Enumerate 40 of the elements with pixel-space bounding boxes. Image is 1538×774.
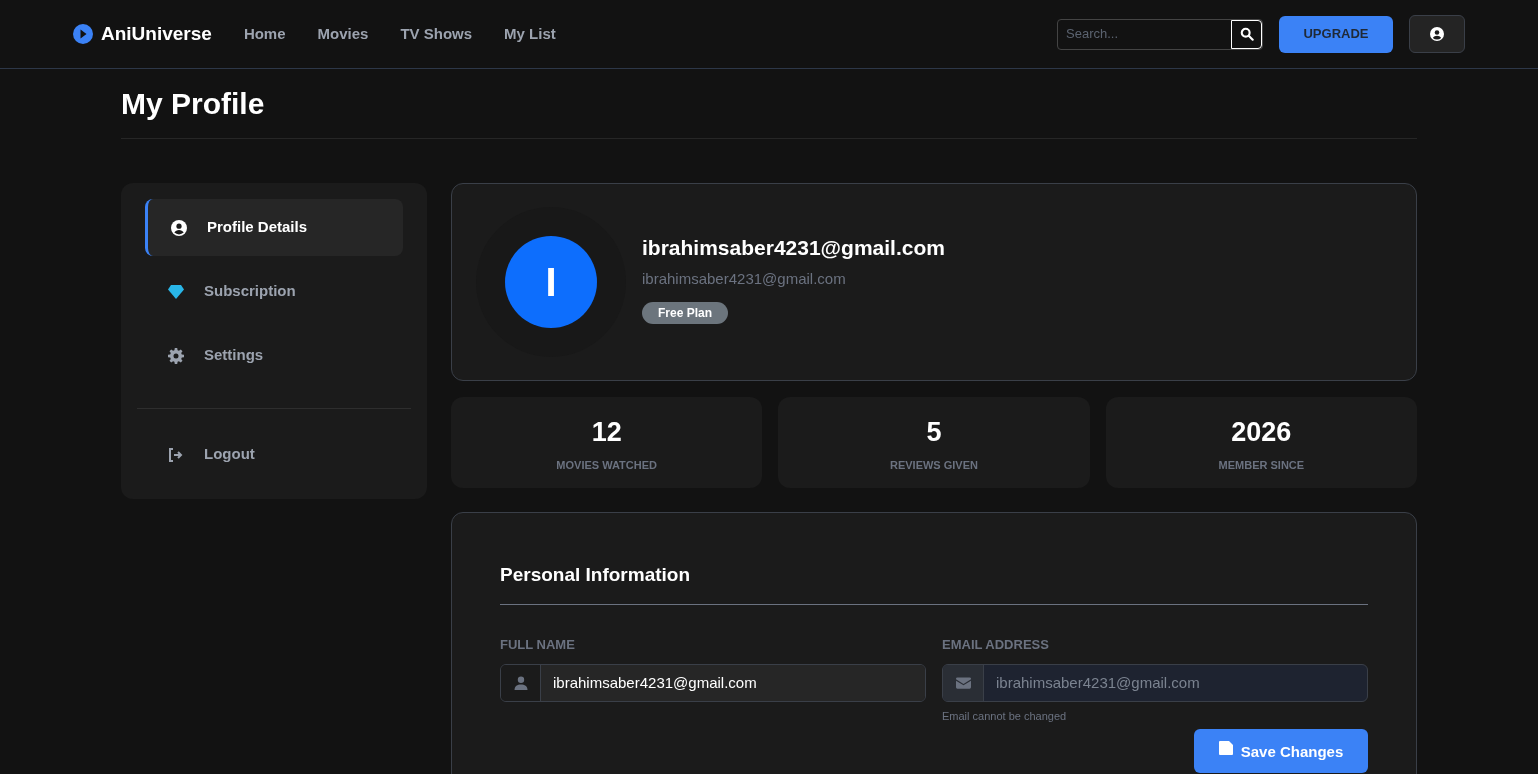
nav-link[interactable]: Movies (317, 22, 369, 46)
nav-link[interactable]: TV Shows (400, 22, 473, 46)
sidebar-item[interactable]: Profile Details (145, 199, 403, 256)
sidebar-item[interactable]: Subscription (145, 263, 403, 320)
play-logo-icon (73, 24, 93, 44)
stat-label: MEMBER SINCE (1218, 457, 1305, 473)
nav-link[interactable]: Home (243, 22, 286, 46)
search-bar[interactable]: Search... (1057, 18, 1263, 50)
field-hint: Email cannot be changed (942, 709, 1068, 724)
search-icon (1239, 27, 1254, 41)
user-icon (1430, 27, 1444, 41)
stat-value: 12 (591, 416, 622, 449)
stat-label: REVIEWS GIVEN (889, 457, 978, 473)
envelope-icon (955, 677, 971, 689)
field-label: FULL NAME (500, 635, 576, 654)
search-field[interactable]: Search... (1058, 19, 1231, 49)
save-button[interactable]: Save Changes (1194, 728, 1368, 773)
section-title: Personal Information (500, 563, 692, 587)
search-button[interactable] (1231, 19, 1262, 49)
upgrade-button[interactable]: UPGRADE (1279, 15, 1393, 53)
user-icon (171, 219, 187, 236)
profile-email: ibrahimsaber4231@gmail.com (642, 268, 846, 289)
account-button[interactable] (1409, 15, 1465, 53)
stat-value: 5 (926, 416, 942, 449)
sidebar-item[interactable]: Settings (145, 327, 403, 384)
logout-icon (168, 446, 184, 463)
avatar: I (505, 236, 597, 328)
nav-link[interactable]: My List (504, 22, 556, 46)
brand-name: AniUniverse (101, 21, 212, 46)
stat-label: MOVIES WATCHED (556, 457, 657, 473)
person-icon (513, 676, 528, 690)
plan-badge: Free Plan (642, 302, 729, 324)
save-icon (1218, 740, 1233, 755)
sidebar-item[interactable]: Logout (145, 426, 403, 483)
gear-icon (168, 347, 184, 364)
diamond-icon (168, 283, 184, 300)
field-label: EMAIL ADDRESS (942, 635, 1050, 654)
profile-name: ibrahimsaber4231@gmail.com (642, 235, 945, 261)
page-title: My Profile (121, 86, 266, 122)
stat-value: 2026 (1231, 416, 1292, 449)
